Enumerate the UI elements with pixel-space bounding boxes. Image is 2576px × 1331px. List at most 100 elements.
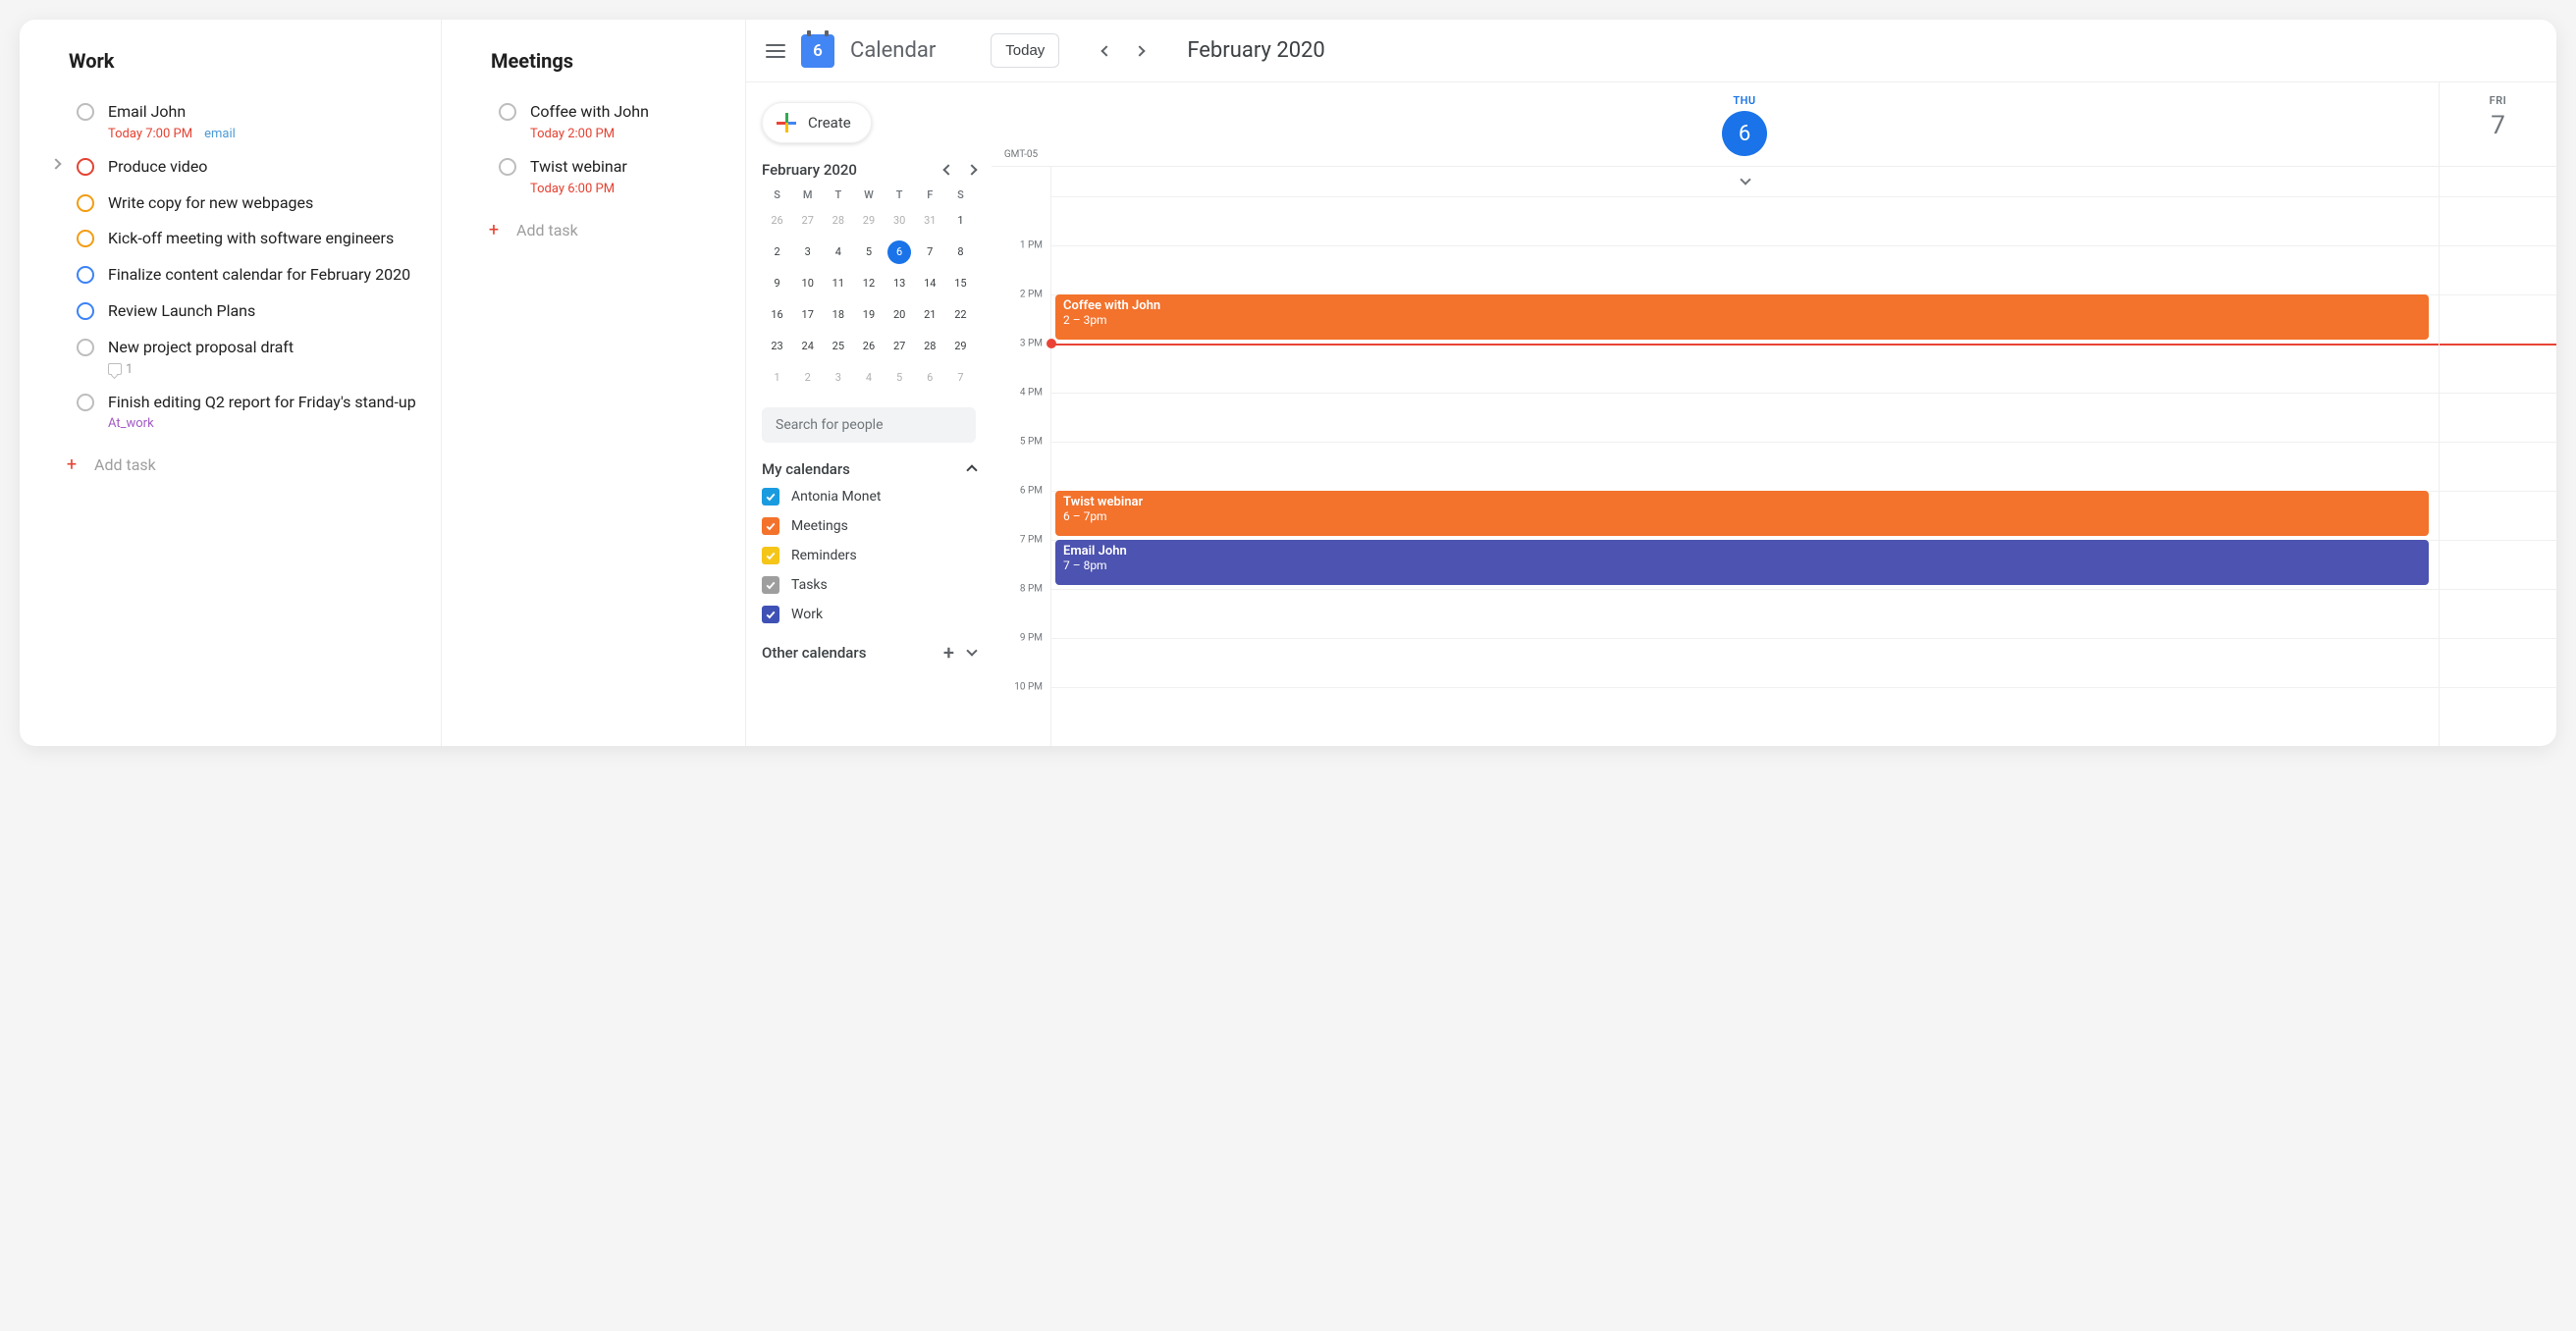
calendar-item[interactable]: Meetings: [762, 517, 976, 535]
mini-day[interactable]: 8: [948, 240, 972, 264]
today-button[interactable]: Today: [991, 33, 1059, 68]
next-period-button[interactable]: [1128, 39, 1152, 63]
task-checkbox[interactable]: [77, 302, 94, 320]
mini-day[interactable]: 2: [766, 240, 789, 264]
mini-day[interactable]: 24: [796, 335, 820, 358]
task-row[interactable]: Write copy for new webpages: [49, 186, 421, 222]
event-title: Twist webinar: [1063, 495, 2421, 509]
expand-chevron-icon[interactable]: [49, 157, 63, 168]
task-checkbox[interactable]: [77, 394, 94, 411]
mini-day[interactable]: 6: [918, 366, 941, 390]
meetings-add-task[interactable]: + Add task: [471, 208, 725, 240]
mini-day[interactable]: 19: [857, 303, 881, 327]
mini-day[interactable]: 1: [766, 366, 789, 390]
calendar-item[interactable]: Reminders: [762, 547, 976, 564]
task-row[interactable]: Finalize content calendar for February 2…: [49, 257, 421, 293]
calendar-event[interactable]: Twist webinar6 – 7pm: [1055, 491, 2429, 536]
task-row[interactable]: Kick-off meeting with software engineers: [49, 221, 421, 257]
task-row[interactable]: Email JohnToday 7:00 PMemail: [49, 94, 421, 149]
task-checkbox[interactable]: [77, 230, 94, 247]
chevron-down-icon[interactable]: [1742, 173, 1749, 186]
calendar-item[interactable]: Work: [762, 606, 976, 623]
work-add-task[interactable]: + Add task: [49, 443, 421, 475]
fri-column[interactable]: [2439, 167, 2556, 746]
calendar-checkbox[interactable]: [762, 606, 779, 623]
mini-day[interactable]: 5: [857, 240, 881, 264]
mini-day[interactable]: 31: [918, 209, 941, 233]
mini-day[interactable]: 18: [827, 303, 850, 327]
prev-period-button[interactable]: [1095, 39, 1118, 63]
mini-day[interactable]: 4: [857, 366, 881, 390]
mini-day[interactable]: 6: [887, 240, 911, 264]
mini-day[interactable]: 7: [918, 240, 941, 264]
my-calendars-label: My calendars: [762, 460, 850, 478]
task-row[interactable]: New project proposal draft1: [49, 330, 421, 385]
calendar-checkbox[interactable]: [762, 576, 779, 594]
calendar-checkbox[interactable]: [762, 517, 779, 535]
mini-day[interactable]: 20: [887, 303, 911, 327]
mini-day[interactable]: 3: [796, 240, 820, 264]
task-checkbox[interactable]: [77, 158, 94, 176]
calendar-event[interactable]: Coffee with John2 – 3pm: [1055, 294, 2429, 340]
mini-day[interactable]: 10: [796, 272, 820, 295]
mini-day[interactable]: 11: [827, 272, 850, 295]
mini-day[interactable]: 5: [887, 366, 911, 390]
mini-day[interactable]: 28: [827, 209, 850, 233]
comment-count[interactable]: 1: [108, 362, 133, 377]
mini-day[interactable]: 28: [918, 335, 941, 358]
menu-icon[interactable]: [766, 44, 785, 58]
mini-day[interactable]: 1: [948, 209, 972, 233]
create-button[interactable]: Create: [762, 102, 872, 143]
mini-day[interactable]: 29: [948, 335, 972, 358]
other-calendars-toggle[interactable]: [968, 641, 976, 665]
calendar-item[interactable]: Antonia Monet: [762, 488, 976, 506]
mini-day[interactable]: 26: [857, 335, 881, 358]
add-calendar-button[interactable]: +: [943, 641, 954, 665]
mini-day[interactable]: 2: [796, 366, 820, 390]
mini-day[interactable]: 9: [766, 272, 789, 295]
task-checkbox[interactable]: [499, 103, 516, 121]
mini-day[interactable]: 15: [948, 272, 972, 295]
calendar-brand: Calendar: [850, 38, 936, 63]
task-row[interactable]: Produce video: [49, 149, 421, 186]
task-row[interactable]: Review Launch Plans: [49, 293, 421, 330]
day-header-thu[interactable]: THU 6: [1050, 82, 2439, 166]
task-checkbox[interactable]: [77, 266, 94, 284]
mini-day[interactable]: 14: [918, 272, 941, 295]
mini-day[interactable]: 25: [827, 335, 850, 358]
mini-day[interactable]: 7: [948, 366, 972, 390]
mini-day[interactable]: 26: [766, 209, 789, 233]
calendar-checkbox[interactable]: [762, 488, 779, 506]
mini-day[interactable]: 23: [766, 335, 789, 358]
task-checkbox[interactable]: [77, 339, 94, 356]
calendar-checkbox[interactable]: [762, 547, 779, 564]
mini-day[interactable]: 13: [887, 272, 911, 295]
task-checkbox[interactable]: [77, 103, 94, 121]
mini-day[interactable]: 27: [887, 335, 911, 358]
calendar-event[interactable]: Email John7 – 8pm: [1055, 540, 2429, 585]
mini-day[interactable]: 30: [887, 209, 911, 233]
search-people-input[interactable]: Search for people: [762, 407, 976, 443]
mini-day[interactable]: 3: [827, 366, 850, 390]
mini-prev-button[interactable]: [944, 162, 952, 178]
schedule-body[interactable]: 1 PM2 PM3 PM4 PM5 PM6 PM7 PM8 PM9 PM10 P…: [992, 167, 2556, 746]
mini-day[interactable]: 21: [918, 303, 941, 327]
mini-day[interactable]: 27: [796, 209, 820, 233]
task-checkbox[interactable]: [77, 194, 94, 212]
mini-day[interactable]: 22: [948, 303, 972, 327]
mini-day[interactable]: 12: [857, 272, 881, 295]
task-row[interactable]: Finish editing Q2 report for Friday's st…: [49, 385, 421, 440]
task-checkbox[interactable]: [499, 158, 516, 176]
mini-next-button[interactable]: [968, 162, 976, 178]
task-row[interactable]: Coffee with JohnToday 2:00 PM: [471, 94, 725, 149]
mini-day[interactable]: 4: [827, 240, 850, 264]
thu-column[interactable]: Coffee with John2 – 3pm Twist webinar6 – …: [1050, 167, 2439, 746]
mini-day[interactable]: 29: [857, 209, 881, 233]
task-meta: email: [204, 127, 236, 141]
my-calendars-toggle[interactable]: My calendars: [762, 460, 976, 478]
calendar-item[interactable]: Tasks: [762, 576, 976, 594]
mini-day[interactable]: 16: [766, 303, 789, 327]
day-header-fri[interactable]: FRI 7: [2439, 82, 2556, 166]
mini-day[interactable]: 17: [796, 303, 820, 327]
task-row[interactable]: Twist webinarToday 6:00 PM: [471, 149, 725, 204]
